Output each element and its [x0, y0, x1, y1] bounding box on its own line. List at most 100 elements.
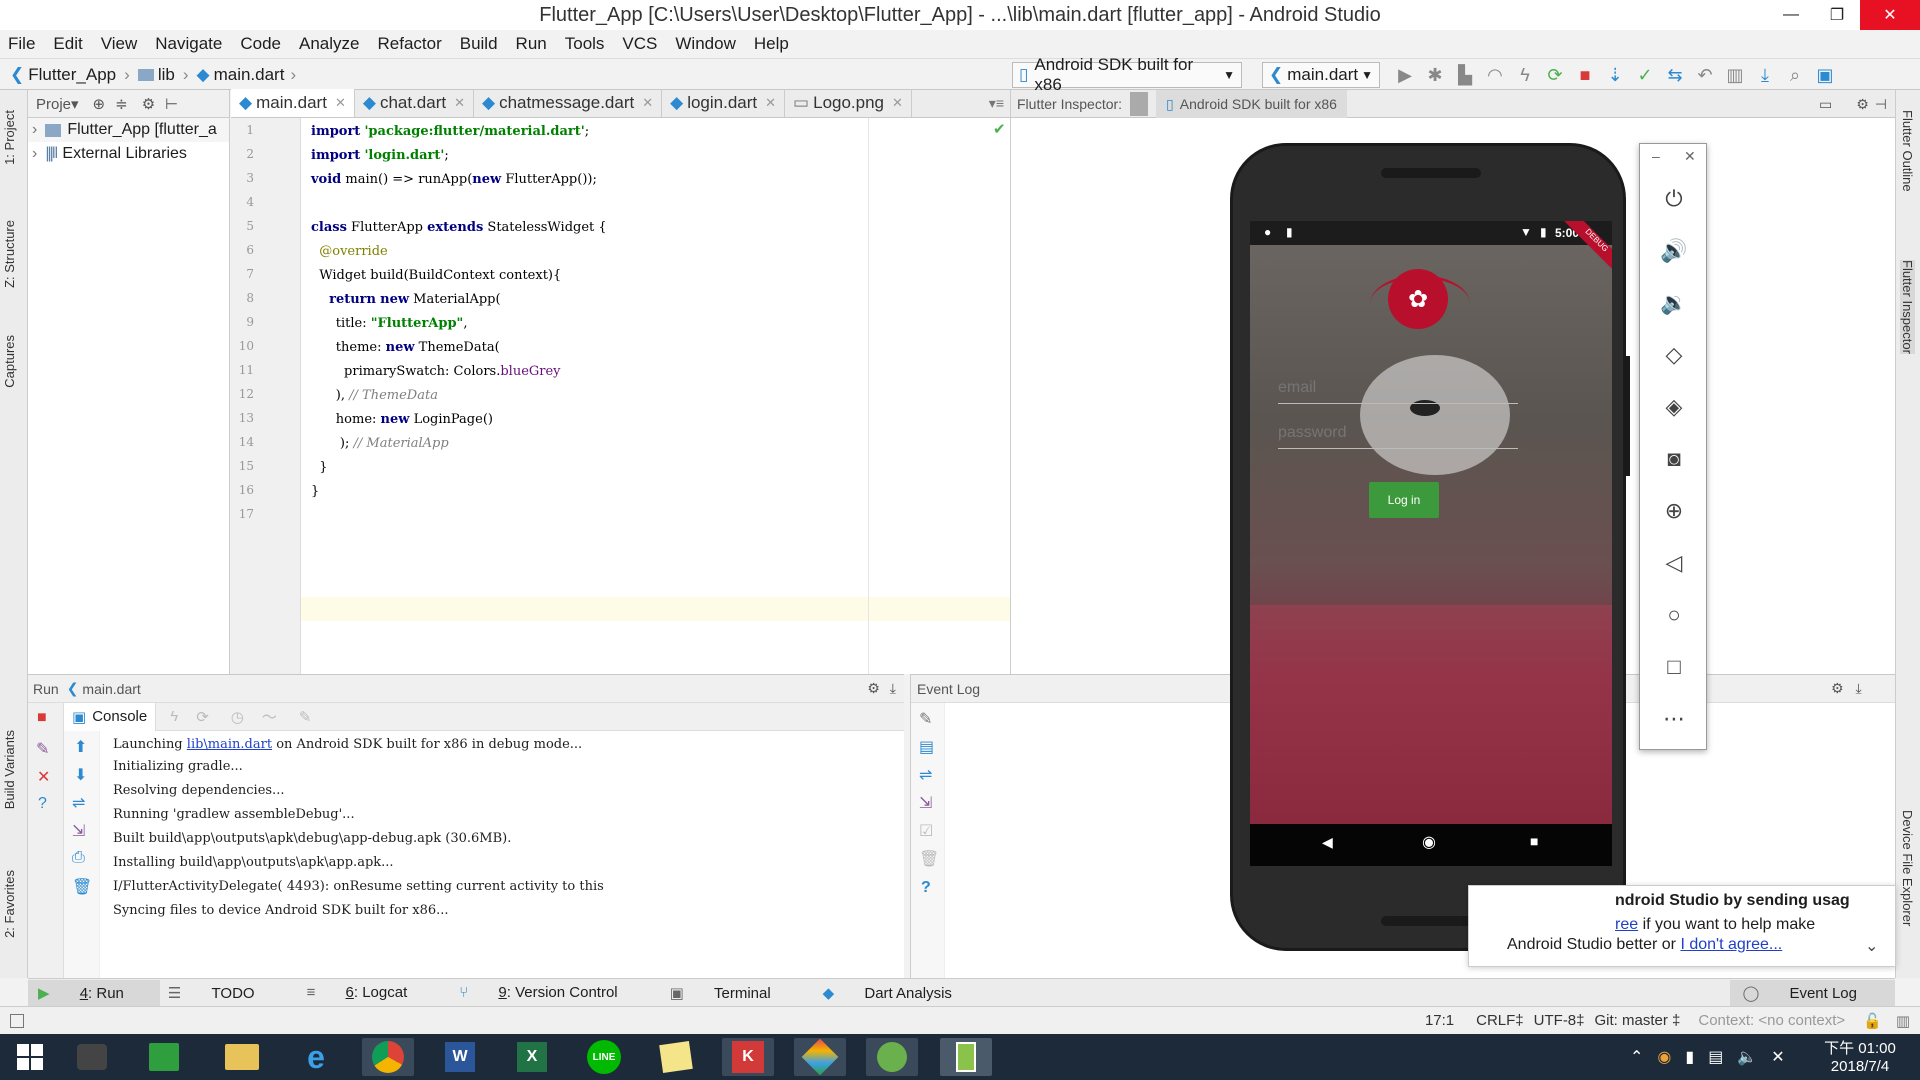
- menu-file[interactable]: File: [8, 34, 35, 54]
- tool-todo[interactable]: ☰ TODO: [168, 984, 281, 1002]
- chrome-icon[interactable]: [362, 1038, 414, 1076]
- tab-main-dart[interactable]: ◆ main.dart ✕: [231, 89, 355, 117]
- vcs-commit-icon[interactable]: ✓: [1630, 60, 1660, 90]
- tab-list-icon[interactable]: ▾≡: [989, 89, 1010, 117]
- tray-expand-icon[interactable]: ⌃: [1630, 1047, 1643, 1067]
- tab-login-dart[interactable]: ◆ login.dart ✕: [662, 89, 786, 117]
- tool-tab-build-variants[interactable]: Build Variants: [2, 730, 17, 809]
- usb-icon[interactable]: ▮: [1685, 1047, 1694, 1067]
- hide-icon[interactable]: ⊢: [165, 95, 178, 113]
- minimize-button[interactable]: —: [1768, 0, 1814, 30]
- close-icon[interactable]: ✕: [37, 767, 50, 787]
- tool-logcat[interactable]: ≡ 6: Logcat: [307, 984, 434, 1001]
- menu-run[interactable]: Run: [516, 34, 547, 54]
- menu-edit[interactable]: Edit: [53, 34, 82, 54]
- project-view-selector[interactable]: Proje▾: [36, 95, 79, 113]
- breadcrumb-project[interactable]: Flutter_App: [28, 65, 116, 85]
- excel-icon[interactable]: X: [506, 1038, 558, 1076]
- debug-paint-icon[interactable]: ✎: [299, 708, 312, 726]
- hot-reload-icon[interactable]: ϟ: [170, 708, 178, 725]
- home-icon[interactable]: ○: [1654, 595, 1694, 635]
- disagree-link[interactable]: I don't agree...: [1680, 936, 1782, 953]
- stop-icon[interactable]: ■: [1570, 60, 1600, 90]
- maximize-button[interactable]: ❐: [1814, 0, 1860, 30]
- memory-icon[interactable]: ▥: [1896, 1012, 1910, 1030]
- close-icon[interactable]: ✕: [335, 95, 346, 111]
- code-area[interactable]: import 'package:flutter/material.dart'; i…: [301, 118, 1010, 674]
- menu-window[interactable]: Window: [675, 34, 735, 54]
- undo-icon[interactable]: ↶: [1690, 60, 1720, 90]
- vcs-compare-icon[interactable]: ⇆: [1660, 60, 1690, 90]
- trash-icon[interactable]: 🗑: [919, 849, 939, 869]
- tree-item-project[interactable]: › Flutter_App [flutter_a: [28, 118, 229, 142]
- console-tab[interactable]: ▣ Console: [64, 702, 157, 731]
- tool-terminal[interactable]: ▣ Terminal: [670, 984, 797, 1002]
- more-icon[interactable]: ⋯: [1654, 699, 1694, 739]
- minimize-icon[interactable]: –: [1652, 148, 1660, 164]
- tool-tab-favorites[interactable]: 2: Favorites: [2, 870, 17, 938]
- menu-analyze[interactable]: Analyze: [299, 34, 359, 54]
- notification-center-icon[interactable]: ✕: [1771, 1047, 1784, 1067]
- search-icon[interactable]: ⌕: [1780, 60, 1810, 90]
- hot-reload-icon[interactable]: ϟ: [1510, 60, 1540, 90]
- chevron-down-icon[interactable]: ⌄: [1865, 936, 1878, 956]
- collapse-icon[interactable]: ≑: [115, 95, 128, 113]
- debug-icon[interactable]: ✱: [1420, 60, 1450, 90]
- rotate-left-icon[interactable]: ◇: [1654, 335, 1694, 375]
- git-branch[interactable]: Git: master ‡: [1595, 1012, 1681, 1029]
- scroll-to-end-icon[interactable]: ⇲: [919, 793, 932, 813]
- app-diamond-icon[interactable]: [794, 1038, 846, 1076]
- tab-logo-png[interactable]: ▭ Logo.png ✕: [785, 89, 912, 117]
- performance-icon[interactable]: 〜: [262, 706, 277, 727]
- email-field[interactable]: [1278, 372, 1518, 404]
- overview-icon[interactable]: □: [1654, 647, 1694, 687]
- soft-wrap-icon[interactable]: ⇌: [919, 765, 932, 785]
- status-indicator-icon[interactable]: [10, 1013, 24, 1028]
- tab-chatmessage-dart[interactable]: ◆ chatmessage.dart ✕: [474, 89, 663, 117]
- camera-icon[interactable]: ◙: [1654, 439, 1694, 479]
- device-selector[interactable]: ▯ Android SDK built for x86 ▼: [1012, 55, 1242, 94]
- gear-icon[interactable]: ⚙: [142, 95, 155, 113]
- volume-down-icon[interactable]: 🔉: [1654, 283, 1694, 323]
- cursor-position[interactable]: 17:1: [1425, 1012, 1454, 1029]
- app-store-icon[interactable]: [138, 1038, 190, 1076]
- gear-icon[interactable]: ⚙: [1831, 680, 1844, 696]
- tool-tab-structure[interactable]: Z: Structure: [2, 220, 17, 288]
- close-icon[interactable]: ✕: [892, 95, 903, 111]
- menu-vcs[interactable]: VCS: [622, 34, 657, 54]
- windows-start-icon[interactable]: [4, 1038, 56, 1076]
- volume-icon[interactable]: 🔈: [1737, 1047, 1757, 1067]
- close-button[interactable]: ✕: [1860, 0, 1920, 30]
- file-link[interactable]: lib\main.dart: [187, 737, 272, 752]
- menu-help[interactable]: Help: [754, 34, 789, 54]
- comment-icon[interactable]: ▭: [1819, 96, 1832, 113]
- settings-icon[interactable]: ✎: [919, 709, 932, 729]
- close-icon[interactable]: ✕: [1684, 148, 1696, 165]
- menu-tools[interactable]: Tools: [565, 34, 605, 54]
- tool-tab-captures[interactable]: Captures: [2, 335, 17, 388]
- inspector-device-tab[interactable]: ▯ Android SDK built for x86: [1156, 90, 1347, 118]
- run-config-selector[interactable]: ❮ main.dart ▼: [1262, 62, 1380, 88]
- sdk-manager-icon[interactable]: ▥: [1720, 60, 1750, 90]
- tool-event-log[interactable]: ◯ Event Log: [1730, 979, 1895, 1006]
- mark-read-icon[interactable]: ☑: [919, 821, 933, 841]
- close-icon[interactable]: ✕: [454, 95, 465, 111]
- tree-item-external-libraries[interactable]: › |||‖ External Libraries: [28, 142, 229, 166]
- close-icon[interactable]: ✕: [642, 95, 653, 111]
- word-icon[interactable]: W: [434, 1038, 486, 1076]
- emulator-screen[interactable]: ● ▮ ▼ ▮ 5:00 ✿ Log in DEBUG ◀ ◉ ■: [1250, 221, 1612, 866]
- hot-restart-icon[interactable]: ⟳: [1540, 60, 1570, 90]
- password-field[interactable]: [1278, 417, 1518, 449]
- analysis-ok-icon[interactable]: ✔: [993, 120, 1006, 138]
- agree-link[interactable]: ree: [1615, 916, 1638, 933]
- rotate-right-icon[interactable]: ◈: [1654, 387, 1694, 427]
- power-icon[interactable]: ⏻: [1654, 179, 1694, 219]
- line-separator[interactable]: CRLF‡: [1476, 1012, 1524, 1029]
- hide-icon[interactable]: ⤓: [1855, 680, 1861, 696]
- timer-icon[interactable]: ◷: [231, 708, 244, 726]
- app-k-icon[interactable]: K: [722, 1038, 774, 1076]
- tool-version-control[interactable]: ⑂ 9: Version Control: [459, 984, 643, 1001]
- hide-icon[interactable]: ⊣: [1875, 96, 1887, 113]
- volume-up-icon[interactable]: 🔊: [1654, 231, 1694, 271]
- vcs-update-icon[interactable]: ⇣: [1600, 60, 1630, 90]
